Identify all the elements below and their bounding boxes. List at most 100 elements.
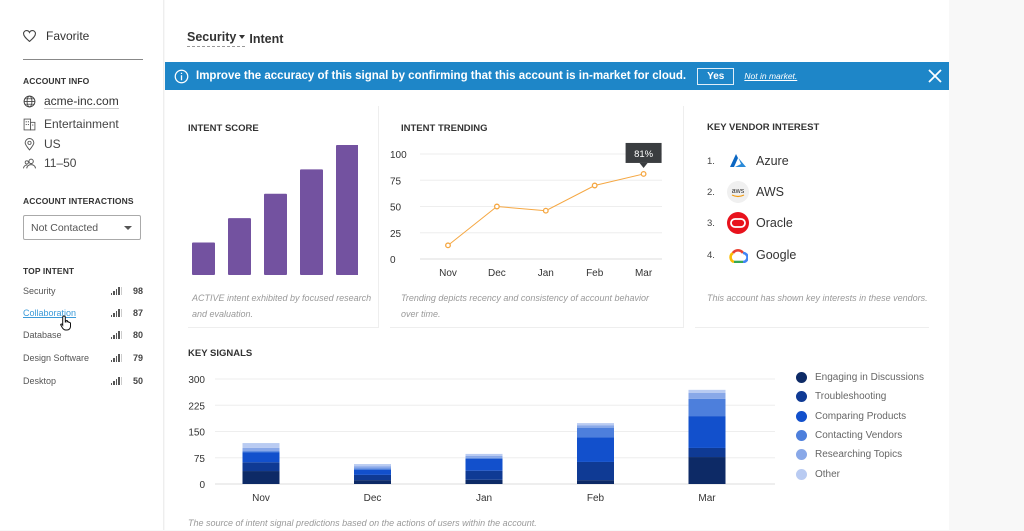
y-tick-label: 225 xyxy=(188,401,205,412)
vendor-name: Azure xyxy=(756,154,789,168)
intent-score-caption: ACTIVE intent exhibited by focused resea… xyxy=(192,293,372,319)
intent-score-bar xyxy=(264,193,287,275)
topic-selector[interactable]: Security xyxy=(187,30,246,47)
banner-message: Improve the accuracy of this signal by c… xyxy=(196,70,687,82)
top-intent-score: 79 xyxy=(132,353,143,363)
stacked-bar-segment xyxy=(465,453,503,456)
top-intent-item[interactable]: Security 98 xyxy=(23,284,143,298)
vendor-name: Google xyxy=(756,248,797,262)
intent-score-bars xyxy=(192,145,358,275)
top-intent-item[interactable]: Collaboration 87 xyxy=(23,306,143,320)
stacked-bar-segment xyxy=(688,389,726,393)
close-icon[interactable] xyxy=(928,69,942,83)
legend-swatch xyxy=(796,468,807,480)
y-tick-label: 0 xyxy=(199,480,205,491)
tooltip-label: 81% xyxy=(634,149,654,160)
vendor-name: Oracle xyxy=(756,216,793,230)
top-intent-score: 50 xyxy=(132,376,143,386)
legend-item: Engaging in Discussions xyxy=(796,372,924,383)
account-interactions-heading: ACCOUNT INTERACTIONS xyxy=(23,196,134,206)
domain-link[interactable]: acme-inc.com xyxy=(44,94,119,109)
divider xyxy=(188,327,378,328)
key-signals-caption: The source of intent signal predictions … xyxy=(188,518,537,528)
key-signals-heading: KEY SIGNALS xyxy=(188,348,253,359)
account-location: US xyxy=(23,137,61,151)
intent-score-bar xyxy=(336,145,358,275)
caret-down-icon xyxy=(239,35,246,39)
stacked-bar-segment xyxy=(688,398,726,417)
stacked-bar-segment xyxy=(688,393,726,399)
intent-trending-caption: Trending depicts recency and consistency… xyxy=(401,293,649,319)
industry-text: Entertainment xyxy=(44,117,119,131)
divider xyxy=(683,106,684,328)
stacked-bar-segment xyxy=(688,416,726,448)
signal-strength-icon xyxy=(111,309,122,317)
not-in-market-link[interactable]: Not in market. xyxy=(744,71,797,81)
stacked-bar-segment xyxy=(242,443,280,448)
divider xyxy=(695,327,929,328)
vendor-item: 2. aws AWS xyxy=(707,181,784,203)
azure-logo-icon xyxy=(727,150,749,172)
y-tick-label: 50 xyxy=(390,203,402,214)
tooltip-arrow xyxy=(639,162,648,168)
top-intent-label: Desktop xyxy=(23,376,57,386)
title-suffix: Intent xyxy=(249,31,284,46)
x-tick-label: Mar xyxy=(698,493,716,504)
legend-item: Troubleshooting xyxy=(796,391,886,403)
legend-swatch xyxy=(796,391,807,403)
legend-swatch xyxy=(796,372,807,383)
vendor-item: 1. Azure xyxy=(707,150,789,172)
top-intent-score: 80 xyxy=(132,330,143,340)
interaction-status-select[interactable]: Not Contacted xyxy=(23,215,141,240)
account-domain: acme-inc.com xyxy=(23,94,119,109)
stacked-bar-segment xyxy=(577,427,614,438)
trend-point xyxy=(493,203,500,210)
stacked-bar-segment xyxy=(688,447,726,458)
legend-item: Contacting Vendors xyxy=(796,429,902,441)
employees-text: 11–50 xyxy=(44,156,77,170)
legend-label: Engaging in Discussions xyxy=(815,372,924,383)
tooltip: 81% xyxy=(625,142,662,168)
chevron-down-icon xyxy=(124,226,132,230)
topic-label: Security xyxy=(187,30,237,44)
globe-icon xyxy=(23,95,36,108)
top-intent-label: Security xyxy=(23,286,56,296)
top-intent-item[interactable]: Desktop 50 xyxy=(23,374,143,388)
vendor-rank: 2. xyxy=(707,186,715,198)
x-tick-label: Feb xyxy=(587,493,605,504)
stacked-bar-segment xyxy=(577,425,614,428)
vendor-item: 3. Oracle xyxy=(707,212,793,234)
signal-strength-icon xyxy=(111,377,122,385)
page-title: Security Intent xyxy=(187,30,283,47)
y-tick-label: 25 xyxy=(390,229,402,240)
trend-point xyxy=(591,182,598,189)
hand-cursor-icon xyxy=(60,315,71,331)
trend-point xyxy=(640,171,647,177)
legend-label: Researching Topics xyxy=(815,449,903,461)
trend-point xyxy=(445,242,451,249)
stacked-bar-segment xyxy=(577,423,614,426)
stacked-bar-segment xyxy=(354,464,391,467)
y-tick-label: 75 xyxy=(390,176,402,187)
intent-score-heading: INTENT SCORE xyxy=(188,123,259,134)
top-intent-label: Database xyxy=(23,330,62,340)
top-intent-item[interactable]: Design Software 79 xyxy=(23,351,143,365)
vendor-rank: 3. xyxy=(707,217,715,229)
stacked-bar-segment xyxy=(242,452,280,463)
vendor-rank: 4. xyxy=(707,249,715,261)
top-intent-item[interactable]: Database 80 xyxy=(23,328,143,342)
x-tick-label: Jan xyxy=(476,493,492,504)
intent-score-bar xyxy=(228,218,251,275)
info-icon xyxy=(174,69,189,83)
legend-swatch xyxy=(796,429,807,441)
aws-logo-icon: aws xyxy=(727,181,749,203)
y-tick-label: 0 xyxy=(390,255,396,266)
google-cloud-logo-icon xyxy=(727,244,749,266)
yes-button[interactable]: Yes xyxy=(697,67,735,85)
key-signals-chart: 0 75 150 225 300 Nov Dec Jan Feb Mar xyxy=(188,375,775,504)
interaction-status-value: Not Contacted xyxy=(31,222,99,234)
stacked-bar-segment xyxy=(465,470,503,480)
signal-strength-icon xyxy=(111,287,122,295)
trend-point xyxy=(542,207,549,214)
favorite-button[interactable]: Favorite xyxy=(23,29,89,43)
